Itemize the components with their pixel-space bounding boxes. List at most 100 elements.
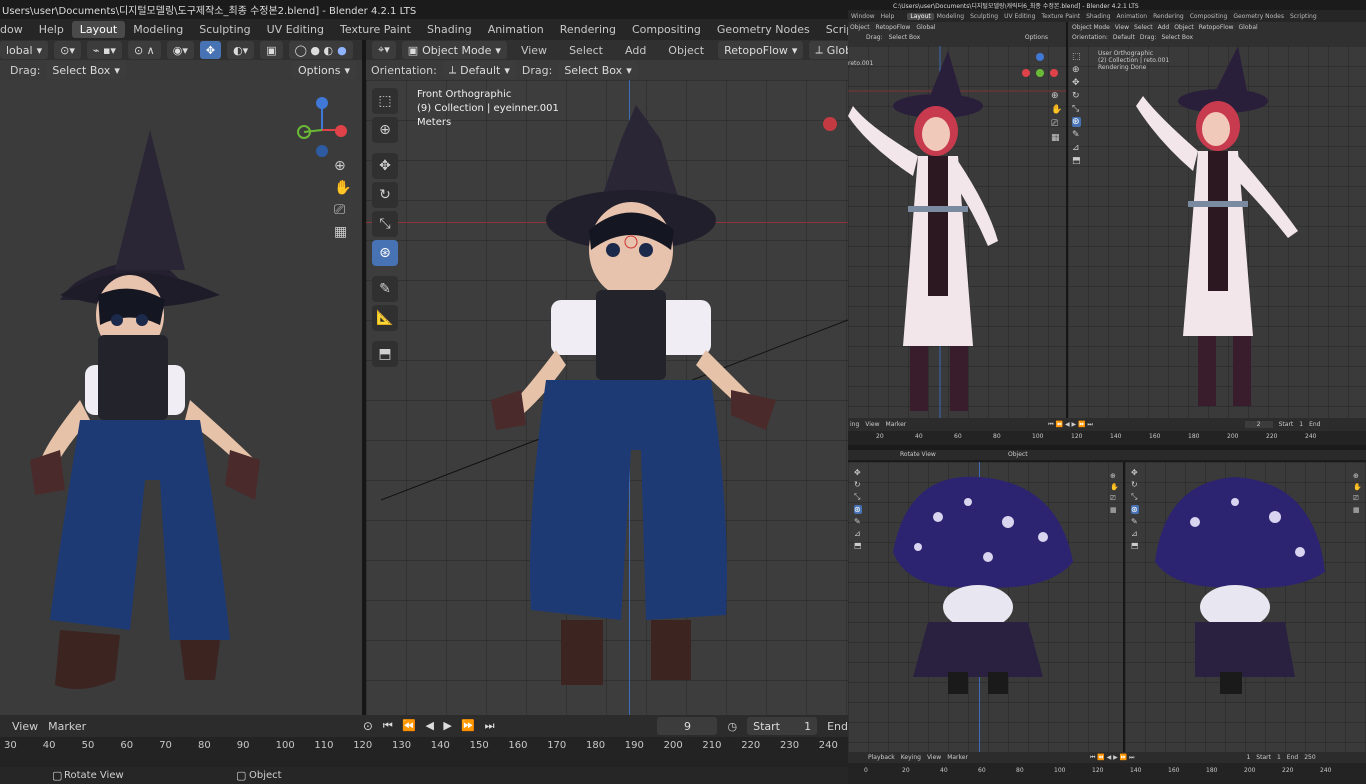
tab-texture-paint[interactable]: Texture Paint xyxy=(1038,13,1083,20)
retopoflow-dropdown[interactable]: RetopoFlow xyxy=(876,24,911,31)
transform-global-dropdown[interactable]: Global xyxy=(1239,24,1258,31)
secondary-right-viewport[interactable]: User Orthographic (2) Collection | reto.… xyxy=(1068,46,1366,418)
tab-texture-paint[interactable]: Texture Paint xyxy=(332,21,419,38)
menu-view[interactable]: View xyxy=(513,42,555,59)
pan-hand-icon[interactable]: ✋ xyxy=(1110,483,1119,491)
tab-uv-editing[interactable]: UV Editing xyxy=(259,21,332,38)
drag-select-dropdown[interactable]: Select Box ▾ xyxy=(46,61,126,79)
end-frame-value[interactable]: 250 xyxy=(1304,754,1315,761)
left-viewport[interactable]: ⊕ ✋ ⎚ ▦ xyxy=(0,80,362,715)
mushroom-character-front[interactable] xyxy=(848,462,1123,752)
zoom-icon[interactable]: ⊕ xyxy=(334,158,351,174)
options-dropdown[interactable]: Options xyxy=(1025,34,1048,41)
tab-compositing[interactable]: Compositing xyxy=(624,21,709,38)
tab-rendering[interactable]: Rendering xyxy=(1150,13,1187,20)
pan-hand-icon[interactable]: ✋ xyxy=(1051,105,1062,115)
tab-rendering[interactable]: Rendering xyxy=(552,21,624,38)
drag-select-dropdown[interactable]: Select Box xyxy=(889,34,921,41)
timeline-menu-view[interactable]: View xyxy=(927,754,941,761)
grid-icon[interactable]: ▦ xyxy=(1051,133,1062,143)
mode-dropdown[interactable]: ▣ Object Mode ▾ xyxy=(401,41,507,59)
menu-add[interactable]: Add xyxy=(1158,24,1170,31)
grid-icon[interactable]: ▦ xyxy=(1110,506,1119,514)
timeline-menu-marker[interactable]: Marker xyxy=(48,720,86,733)
pivot-icon[interactable]: ⊙▾ xyxy=(54,41,81,59)
end-frame-label[interactable]: End xyxy=(827,720,848,733)
timeline-menu-view[interactable]: View xyxy=(865,421,879,428)
clock-icon[interactable]: ◷ xyxy=(727,720,737,733)
navigation-gizmo[interactable] xyxy=(290,88,350,158)
timeline-menu-marker[interactable]: Marker xyxy=(947,754,968,761)
mode-dropdown[interactable]: Object Mode xyxy=(1072,24,1110,31)
orientation-dropdown[interactable]: Default xyxy=(1113,34,1135,41)
end-frame-label[interactable]: End xyxy=(1309,421,1320,428)
menu-select[interactable]: Select xyxy=(561,42,611,59)
tab-geometry-nodes[interactable]: Geometry Nodes xyxy=(709,21,818,38)
menu-window[interactable]: Window xyxy=(848,13,878,20)
girl-character-left[interactable] xyxy=(848,46,1066,418)
camera-icon[interactable]: ⎚ xyxy=(334,202,351,218)
pan-hand-icon[interactable]: ✋ xyxy=(334,180,351,196)
current-frame-field[interactable]: 9 xyxy=(657,717,718,735)
playback-controls[interactable]: ⏮ ⏪ ◀ ▶ ⏩ ⏭ xyxy=(1048,421,1093,429)
start-frame-value[interactable]: 1 xyxy=(1277,754,1281,761)
orientation-dropdown[interactable]: ⟂ Default ▾ xyxy=(442,61,516,79)
front-viewport[interactable]: Front Orthographic (9) Collection | eyei… xyxy=(366,80,848,715)
start-frame-label[interactable]: Start xyxy=(1256,754,1271,761)
secondary-left-viewport[interactable]: reto.001 ⊕ ✋ ⎚ ▦ xyxy=(848,46,1066,418)
tab-scripting[interactable]: Scripting xyxy=(1287,13,1320,20)
record-icon[interactable]: ⊙ xyxy=(363,719,373,733)
grid-icon[interactable]: ▦ xyxy=(1353,506,1362,514)
menu-help[interactable]: Help xyxy=(31,21,72,38)
visibility-icon[interactable]: ◉▾ xyxy=(166,41,194,59)
tab-uv-editing[interactable]: UV Editing xyxy=(1001,13,1038,20)
mushroom-left-viewport[interactable]: ✥ ↻ ⤡ ⊛ ✎ ⊿ ⬒ ⊕ ✋ ⎚ ▦ xyxy=(848,462,1123,752)
pan-hand-icon[interactable]: ✋ xyxy=(1353,483,1362,491)
timeline-menu-keying[interactable]: Keying xyxy=(901,754,921,761)
camera-icon[interactable]: ⎚ xyxy=(1353,494,1362,503)
tab-modeling[interactable]: Modeling xyxy=(125,21,191,38)
start-frame-value[interactable]: 1 xyxy=(1299,421,1303,428)
girl-character-right[interactable] xyxy=(1068,46,1366,418)
proportional-edit-icon[interactable]: ⊙ ∧ xyxy=(127,41,161,59)
grid-icon[interactable]: ▦ xyxy=(334,224,351,240)
drag-select-dropdown[interactable]: Select Box ▾ xyxy=(558,61,638,79)
secondary-timeline-ruler[interactable]: 20 40 60 80 100 120 140 160 180 200 220 240 xyxy=(848,431,1366,445)
current-frame-field[interactable]: 2 xyxy=(1244,421,1273,428)
xray-icon[interactable]: ▣ xyxy=(260,41,283,59)
gizmo-toggle-icon[interactable]: ✥ xyxy=(199,41,222,59)
timeline-ruler[interactable]: 30 40 50 60 70 80 90 100 110 120 130 140 150 160 170 18… xyxy=(0,737,848,767)
menu-select[interactable]: Select xyxy=(1134,24,1153,31)
tab-animation[interactable]: Animation xyxy=(1114,13,1151,20)
camera-icon[interactable]: ⎚ xyxy=(1051,119,1062,129)
tab-compositing[interactable]: Compositing xyxy=(1187,13,1231,20)
tab-shading[interactable]: Shading xyxy=(1083,13,1113,20)
mushroom-character-side[interactable] xyxy=(1125,462,1366,752)
tab-layout[interactable]: Layout xyxy=(71,21,126,38)
timeline-menu-playback[interactable]: ing xyxy=(850,421,859,428)
zoom-icon[interactable]: ⊕ xyxy=(1051,91,1062,101)
options-dropdown[interactable]: Options ▾ xyxy=(292,61,356,79)
current-frame-field[interactable]: 1 xyxy=(1246,754,1250,761)
mushroom-right-viewport[interactable]: ✥ ↻ ⤡ ⊛ ✎ ⊿ ⬒ ⊕ ✋ ⎚ ▦ xyxy=(1125,462,1366,752)
drag-select-dropdown[interactable]: Select Box xyxy=(1161,34,1193,41)
tab-layout[interactable]: Layout xyxy=(907,12,934,20)
shading-modes[interactable]: ◯ ● ◐ ● xyxy=(288,41,353,59)
timeline-menu-marker[interactable]: Marker xyxy=(886,421,907,428)
editor-type-icon[interactable]: ⌖▾ xyxy=(372,41,396,59)
menu-object[interactable]: Object xyxy=(660,42,712,59)
start-frame-label[interactable]: Start xyxy=(1279,421,1294,428)
timeline-menu-view[interactable]: View xyxy=(12,720,38,733)
menu-window[interactable]: dow xyxy=(0,21,31,38)
witch-character-front[interactable] xyxy=(486,100,786,700)
retopoflow-dropdown[interactable]: RetopoFlow xyxy=(1199,24,1234,31)
snap-icon[interactable]: ⌁ ▪▾ xyxy=(86,41,122,59)
zoom-icon[interactable]: ⊕ xyxy=(1110,472,1119,480)
tab-shading[interactable]: Shading xyxy=(419,21,480,38)
zoom-icon[interactable]: ⊕ xyxy=(1353,472,1362,480)
playback-controls[interactable]: ⏮ ⏪ ◀ ▶ ⏩ ⏭ xyxy=(1090,754,1135,762)
rb-timeline-ruler[interactable]: 0 20 40 60 80 100 120 140 160 180 200 220 240 xyxy=(848,763,1366,784)
playback-controls[interactable]: ⏮ ⏪ ◀ ▶ ⏩ ⏭ xyxy=(383,719,498,733)
tab-animation[interactable]: Animation xyxy=(480,21,552,38)
nav-gizmo-small[interactable] xyxy=(1018,51,1058,91)
